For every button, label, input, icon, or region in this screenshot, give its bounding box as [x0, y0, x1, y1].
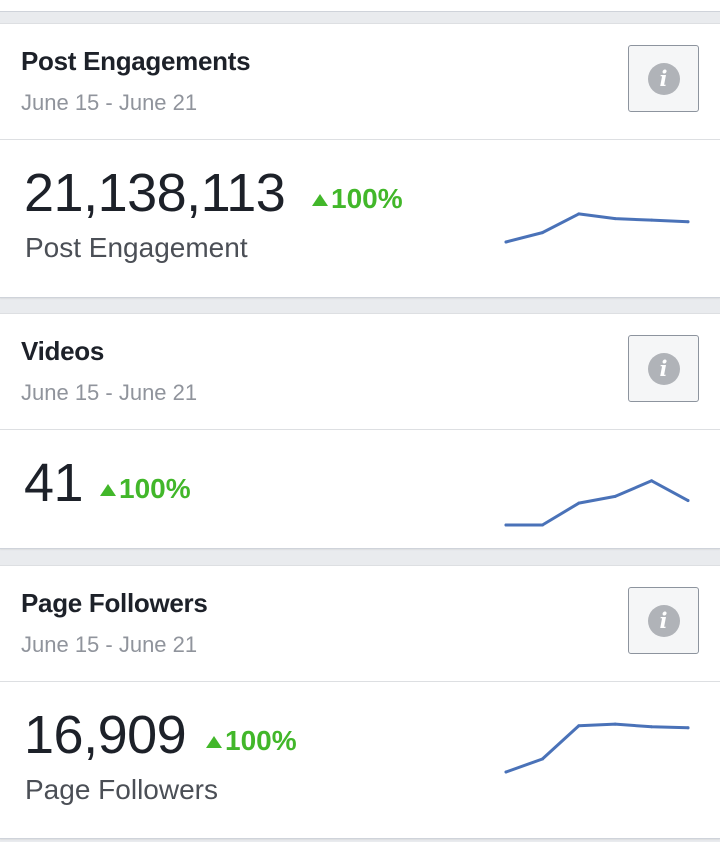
change-percent: 100% — [119, 473, 191, 504]
card-header: Post Engagements June 15 - June 21 i — [0, 24, 720, 140]
date-range: June 15 - June 21 — [21, 380, 198, 405]
metric-value: 21,138,113 — [24, 163, 286, 223]
card-title: Videos — [21, 336, 104, 366]
sparkline-point-0 — [504, 770, 508, 774]
sparkline-point-3 — [613, 722, 617, 726]
sparkline-series — [504, 479, 690, 527]
metric-change: 100% — [312, 183, 403, 215]
up-arrow-icon — [206, 736, 222, 748]
metric-value: 41 — [24, 453, 84, 513]
sparkline-point-0 — [504, 523, 508, 527]
metric-label: Post Engagement — [25, 232, 248, 263]
info-icon: i — [647, 62, 680, 95]
sparkline-point-3 — [613, 494, 617, 498]
post-engagements-card[interactable]: Post Engagements June 15 - June 21 i 21,… — [0, 23, 720, 298]
card-title: Post Engagements — [21, 46, 251, 76]
metric-change: 100% — [206, 725, 297, 757]
card-body: 41 100% — [0, 430, 720, 548]
sparkline-point-1 — [540, 523, 544, 527]
trend-sparkline — [504, 212, 690, 244]
videos-card[interactable]: Videos June 15 - June 21 i 41 100% — [0, 313, 720, 549]
sparkline-point-5 — [686, 220, 690, 224]
date-range: June 15 - June 21 — [21, 90, 198, 115]
info-button[interactable]: i — [628, 335, 699, 402]
sparkline-point-5 — [686, 726, 690, 730]
up-arrow-icon — [100, 484, 116, 496]
trend-sparkline — [504, 479, 690, 527]
previous-card-edge — [0, 0, 720, 12]
info-icon: i — [647, 352, 680, 385]
sparkline-point-3 — [613, 217, 617, 221]
sparkline-point-2 — [577, 212, 581, 216]
metric-value: 16,909 — [24, 705, 187, 765]
change-percent: 100% — [225, 725, 297, 756]
change-percent: 100% — [331, 183, 403, 214]
card-header: Page Followers June 15 - June 21 i — [0, 566, 720, 682]
sparkline-point-5 — [686, 499, 690, 503]
sparkline-point-4 — [650, 218, 654, 222]
metric-label: Page Followers — [25, 774, 218, 805]
date-range: June 15 - June 21 — [21, 632, 198, 657]
card-body: 16,909 100% Page Followers — [0, 682, 720, 839]
up-arrow-icon — [312, 194, 328, 206]
info-button[interactable]: i — [628, 45, 699, 112]
sparkline-point-4 — [650, 479, 654, 483]
insights-page: Post Engagements June 15 - June 21 i 21,… — [0, 0, 720, 842]
sparkline-point-0 — [504, 240, 508, 244]
info-icon: i — [647, 604, 680, 637]
sparkline-series — [504, 212, 690, 244]
page-followers-card[interactable]: Page Followers June 15 - June 21 i 16,90… — [0, 565, 720, 839]
sparkline-series — [504, 722, 690, 774]
sparkline-point-2 — [577, 501, 581, 505]
info-button[interactable]: i — [628, 587, 699, 654]
sparkline-point-4 — [650, 725, 654, 729]
sparkline-point-1 — [540, 757, 544, 761]
card-title: Page Followers — [21, 588, 208, 618]
sparkline-point-1 — [540, 231, 544, 235]
card-header: Videos June 15 - June 21 i — [0, 314, 720, 430]
sparkline-point-2 — [577, 724, 581, 728]
trend-sparkline — [504, 722, 690, 774]
metric-change: 100% — [100, 473, 191, 505]
card-body: 21,138,113 100% Post Engagement — [0, 140, 720, 298]
